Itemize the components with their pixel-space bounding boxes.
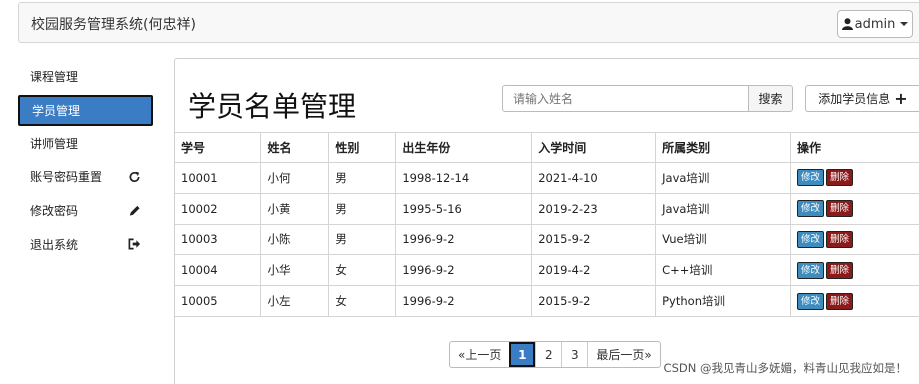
delete-button[interactable]: 删除 <box>826 169 854 187</box>
sidebar-item-courses[interactable]: 课程管理 <box>18 60 153 94</box>
table-header-row: 学号 姓名 性别 出生年份 入学时间 所属类别 操作 <box>175 132 919 163</box>
cell-category: Java培训 <box>655 162 792 194</box>
top-navbar: 校园服务管理系统(何忠祥) admin <box>18 2 919 43</box>
cell-actions: 修改 删除 <box>790 223 919 256</box>
prev-page-button[interactable]: «上一页 <box>450 342 509 367</box>
logout-icon <box>128 238 141 250</box>
sidebar-item-logout[interactable]: 退出系统 <box>18 227 153 261</box>
column-header: 操作 <box>790 132 919 163</box>
edit-button[interactable]: 修改 <box>797 200 825 218</box>
cell-category: Python培训 <box>655 285 792 317</box>
add-student-label: 添加学员信息 <box>818 92 891 106</box>
edit-button[interactable]: 修改 <box>797 261 825 279</box>
cell-actions: 修改 删除 <box>790 254 919 287</box>
cell-enroll: 2015-9-2 <box>531 223 657 256</box>
pagination: «上一页 1 2 3 最后一页» <box>449 341 661 368</box>
page-button-3[interactable]: 3 <box>561 342 587 367</box>
cell-enroll: 2019-4-2 <box>531 254 657 287</box>
column-header: 姓名 <box>260 132 330 163</box>
sidebar-item-teachers[interactable]: 讲师管理 <box>18 127 153 161</box>
table-row: 10004 小华 女 1996-9-2 2019-4-2 C++培训 修改 删除 <box>175 254 919 287</box>
edit-button[interactable]: 修改 <box>797 230 825 248</box>
last-page-button[interactable]: 最后一页» <box>587 342 659 367</box>
sidebar-item-label: 修改密码 <box>30 204 79 219</box>
edit-button[interactable]: 修改 <box>797 169 825 187</box>
table-row: 10003 小陈 男 1996-9-2 2015-9-2 Vue培训 修改 删除 <box>175 223 919 256</box>
page-button-2[interactable]: 2 <box>535 342 561 367</box>
refresh-icon <box>129 171 140 183</box>
user-icon <box>841 18 853 30</box>
column-header: 性别 <box>328 132 397 163</box>
add-student-button[interactable]: 添加学员信息 + <box>805 85 919 112</box>
delete-button[interactable]: 删除 <box>826 200 854 218</box>
cell-birth: 1995-5-16 <box>395 192 533 225</box>
sidebar-item-label: 课程管理 <box>30 70 79 85</box>
cell-birth: 1996-9-2 <box>395 285 533 317</box>
table-row: 10005 小左 女 1996-9-2 2015-9-2 Python培训 修改… <box>175 285 919 317</box>
sidebar-item-label: 学员管理 <box>32 103 81 118</box>
page-button-1[interactable]: 1 <box>509 342 536 367</box>
sidebar-item-change-password[interactable]: 修改密码 <box>18 194 153 228</box>
cell-name: 小黄 <box>260 192 330 225</box>
column-header: 入学时间 <box>531 132 657 163</box>
cell-actions: 修改 删除 <box>790 162 919 194</box>
cell-id: 10002 <box>175 192 262 225</box>
cell-gender: 男 <box>328 223 397 256</box>
main-panel: 学员名单管理 搜索 添加学员信息 + 学号 姓名 性别 出生年份 入学时间 所属… <box>174 58 919 384</box>
column-header: 出生年份 <box>395 132 533 163</box>
cell-birth: 1996-9-2 <box>395 254 533 287</box>
cell-gender: 男 <box>328 192 397 225</box>
app-title: 校园服务管理系统(何忠祥) <box>31 17 196 33</box>
pencil-icon <box>129 205 140 216</box>
user-menu-button[interactable]: admin <box>837 10 913 38</box>
sidebar-item-label: 退出系统 <box>30 237 79 252</box>
delete-button[interactable]: 删除 <box>826 261 854 279</box>
cell-name: 小陈 <box>260 223 330 256</box>
watermark-text: CSDN @我见青山多妩媚，料青山见我应如是！ <box>663 361 907 375</box>
cell-id: 10004 <box>175 254 262 287</box>
cell-birth: 1996-9-2 <box>395 223 533 256</box>
edit-button[interactable]: 修改 <box>797 292 825 310</box>
students-table: 学号 姓名 性别 出生年份 入学时间 所属类别 操作 10001 小何 男 19… <box>175 132 919 317</box>
cell-name: 小华 <box>260 254 330 287</box>
cell-gender: 女 <box>328 254 397 287</box>
caret-down-icon <box>900 22 909 26</box>
sidebar: 课程管理 学员管理 讲师管理 账号密码重置 修改密码 退出系统 <box>18 60 153 261</box>
sidebar-item-students[interactable]: 学员管理 <box>18 94 153 126</box>
column-header: 学号 <box>175 132 262 163</box>
delete-button[interactable]: 删除 <box>826 230 854 248</box>
cell-birth: 1998-12-14 <box>395 162 533 194</box>
sidebar-item-label: 讲师管理 <box>30 136 79 151</box>
sidebar-item-label: 账号密码重置 <box>30 170 103 185</box>
plus-icon: + <box>894 88 908 108</box>
cell-actions: 修改 删除 <box>790 285 919 317</box>
cell-id: 10005 <box>175 285 262 317</box>
sidebar-item-reset-password[interactable]: 账号密码重置 <box>18 160 153 194</box>
cell-enroll: 2015-9-2 <box>531 285 657 317</box>
search-input[interactable] <box>502 85 749 112</box>
cell-enroll: 2019-2-23 <box>531 192 657 225</box>
table-row: 10001 小何 男 1998-12-14 2021-4-10 Java培训 修… <box>175 162 919 194</box>
table-row: 10002 小黄 男 1995-5-16 2019-2-23 Java培训 修改… <box>175 192 919 225</box>
cell-category: Vue培训 <box>655 223 792 256</box>
cell-id: 10001 <box>175 162 262 194</box>
cell-category: C++培训 <box>655 254 792 287</box>
cell-category: Java培训 <box>655 192 792 225</box>
delete-button[interactable]: 删除 <box>826 292 854 310</box>
cell-gender: 女 <box>328 285 397 317</box>
cell-gender: 男 <box>328 162 397 194</box>
search-button[interactable]: 搜索 <box>748 85 793 112</box>
cell-actions: 修改 删除 <box>790 192 919 225</box>
user-name: admin <box>854 16 896 32</box>
cell-id: 10003 <box>175 223 262 256</box>
cell-name: 小左 <box>260 285 330 317</box>
cell-enroll: 2021-4-10 <box>531 162 657 194</box>
page-title: 学员名单管理 <box>188 90 357 123</box>
cell-name: 小何 <box>260 162 330 194</box>
column-header: 所属类别 <box>655 132 792 163</box>
